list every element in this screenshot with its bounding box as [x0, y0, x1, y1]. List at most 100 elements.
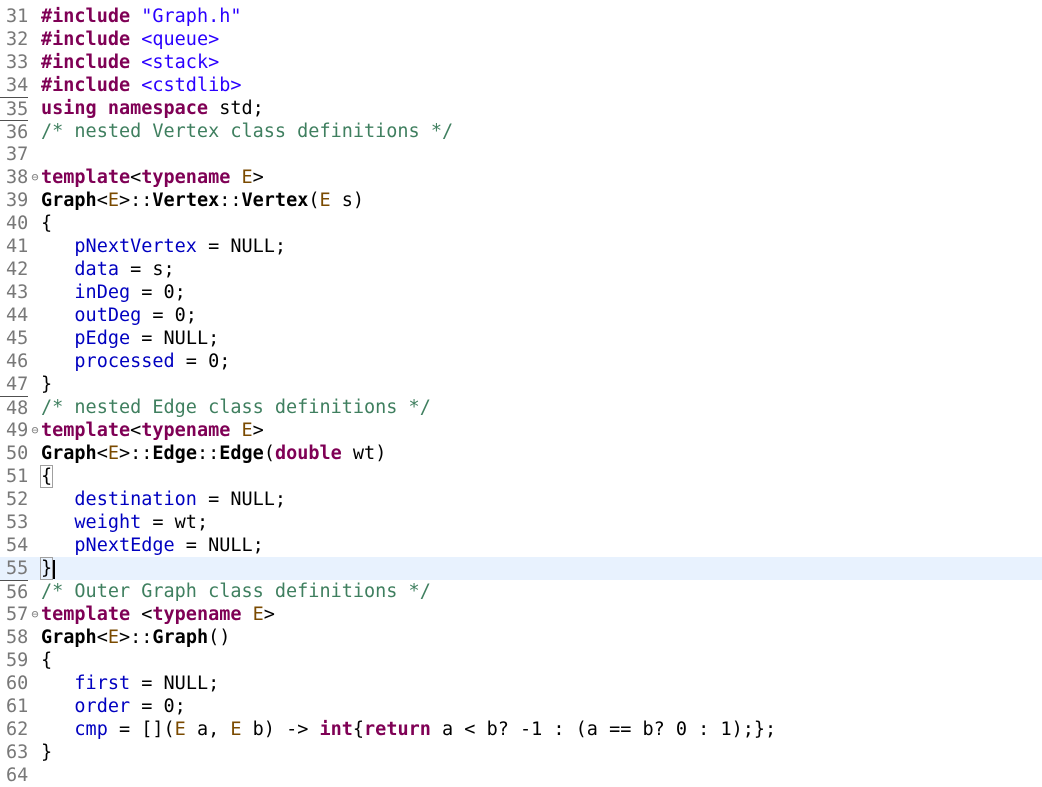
- code-token: Graph: [41, 627, 97, 648]
- code-line[interactable]: 56 /* Outer Graph class definitions */: [0, 580, 1042, 603]
- line-number: 41: [6, 236, 29, 257]
- line-code: Graph<E>::Graph(): [41, 626, 230, 649]
- code-line[interactable]: 36 /* nested Vertex class definitions */: [0, 120, 1042, 143]
- code-line[interactable]: 46 processed = 0;: [0, 350, 1042, 373]
- code-line[interactable]: 37: [0, 143, 1042, 166]
- line-code: template<typename E>: [41, 166, 264, 189]
- line-code: first = NULL;: [41, 672, 219, 695]
- line-code: /* Outer Graph class definitions */: [41, 580, 431, 603]
- code-line[interactable]: 64: [0, 764, 1042, 787]
- code-token: Graph: [41, 190, 97, 211]
- line-number: 53: [6, 512, 29, 533]
- code-token: data: [74, 259, 119, 280]
- code-token: int: [319, 719, 353, 740]
- code-line[interactable]: 50 Graph<E>::Edge::Edge(double wt): [0, 442, 1042, 465]
- code-line[interactable]: 62 cmp = [](E a, E b) -> int{return a < …: [0, 718, 1042, 741]
- code-token: = NULL;: [196, 489, 287, 510]
- code-token: a < b? -1 : (a == b? 0 : 1);};: [430, 719, 777, 740]
- code-token: E: [107, 627, 119, 648]
- code-token: = 0;: [130, 696, 186, 717]
- line-number: 50: [6, 443, 29, 464]
- code-token: = 0;: [174, 351, 231, 372]
- code-token: >: [263, 604, 275, 625]
- line-number: 57: [6, 604, 29, 625]
- code-token: E: [252, 604, 264, 625]
- code-token: Edge: [219, 443, 264, 464]
- code-token: <: [96, 627, 108, 648]
- fold-collapse-icon[interactable]: ⊖: [29, 419, 41, 442]
- code-token: {: [352, 719, 365, 740]
- code-line[interactable]: 41 pNextVertex = NULL;: [0, 235, 1042, 258]
- line-code: using namespace std;: [41, 97, 264, 120]
- code-token: destination: [74, 489, 197, 510]
- code-token: }: [41, 742, 53, 763]
- code-line[interactable]: 39 Graph<E>::Vertex::Vertex(E s): [0, 189, 1042, 212]
- line-number: 64: [6, 765, 29, 786]
- line-number: 49: [6, 420, 29, 441]
- line-number: 38: [6, 167, 29, 188]
- line-number: 43: [6, 282, 29, 303]
- fold-collapse-icon[interactable]: ⊖: [29, 603, 41, 626]
- code-line[interactable]: 40 {: [0, 212, 1042, 235]
- line-number: 47: [6, 374, 29, 395]
- code-token: <: [130, 167, 142, 188]
- line-number: 46: [6, 351, 29, 372]
- code-line[interactable]: 45 pEdge = NULL;: [0, 327, 1042, 350]
- code-line[interactable]: 63}: [0, 741, 1042, 764]
- code-token: cmp: [74, 719, 108, 740]
- line-number: 35: [0, 97, 28, 121]
- code-token: = NULL;: [130, 673, 220, 694]
- code-token: Vertex: [152, 190, 220, 211]
- code-token: /* nested Vertex class definitions */: [41, 121, 454, 142]
- line-number: 40: [6, 213, 29, 234]
- line-number: 60: [6, 673, 29, 694]
- code-token: std;: [208, 98, 264, 119]
- code-token: template: [41, 167, 131, 188]
- code-line[interactable]: 61 order = 0;: [0, 695, 1042, 718]
- line-number: 39: [6, 190, 29, 211]
- code-line[interactable]: 43 inDeg = 0;: [0, 281, 1042, 304]
- code-line[interactable]: 51 {: [0, 465, 1042, 488]
- code-token: }: [41, 374, 53, 395]
- line-code: #include <cstdlib>: [41, 74, 242, 97]
- code-token: = 0;: [141, 305, 197, 326]
- code-line[interactable]: 54 pNextEdge = NULL;: [0, 534, 1042, 557]
- code-line[interactable]: 35 using namespace std;: [0, 97, 1042, 120]
- text-caret: [53, 559, 56, 579]
- code-line[interactable]: 53 weight = wt;: [0, 511, 1042, 534]
- code-token: E: [241, 420, 253, 441]
- line-code: pNextEdge = NULL;: [41, 534, 263, 557]
- code-token: >: [252, 167, 264, 188]
- code-line[interactable]: 60 first = NULL;: [0, 672, 1042, 695]
- line-number: 61: [6, 696, 29, 717]
- code-line[interactable]: 49 ⊖ template<typename E>: [0, 419, 1042, 442]
- code-token: order: [74, 696, 131, 717]
- code-token: >: [252, 420, 264, 441]
- code-line[interactable]: 59 {: [0, 649, 1042, 672]
- code-token: template: [41, 420, 131, 441]
- code-line[interactable]: 52 destination = NULL;: [0, 488, 1042, 511]
- fold-collapse-icon[interactable]: ⊖: [29, 166, 41, 189]
- code-token: #include: [41, 75, 131, 96]
- code-line[interactable]: 55}: [0, 557, 1042, 580]
- code-line[interactable]: 38 ⊖ template<typename E>: [0, 166, 1042, 189]
- code-line[interactable]: 42 data = s;: [0, 258, 1042, 281]
- code-line[interactable]: 31 #include "Graph.h": [0, 5, 1042, 28]
- code-line[interactable]: 57 ⊖ template <typename E>: [0, 603, 1042, 626]
- code-line[interactable]: 47}: [0, 373, 1042, 396]
- code-line[interactable]: 48 /* nested Edge class definitions */: [0, 396, 1042, 419]
- code-line[interactable]: 58 Graph<E>::Graph(): [0, 626, 1042, 649]
- code-line[interactable]: 32 #include <queue>: [0, 28, 1042, 51]
- code-line[interactable]: 34 #include <cstdlib>: [0, 74, 1042, 97]
- code-line[interactable]: 33 #include <stack>: [0, 51, 1042, 74]
- code-token: first: [74, 673, 131, 694]
- code-token: >::: [118, 190, 153, 211]
- line-code: data = s;: [41, 258, 174, 281]
- code-editor[interactable]: 31 #include "Graph.h" 32 #include <queue> 33…: [0, 5, 1042, 787]
- code-token: Edge: [152, 443, 197, 464]
- code-token: weight: [74, 512, 142, 533]
- code-line[interactable]: 44 outDeg = 0;: [0, 304, 1042, 327]
- code-token: typename: [152, 604, 242, 625]
